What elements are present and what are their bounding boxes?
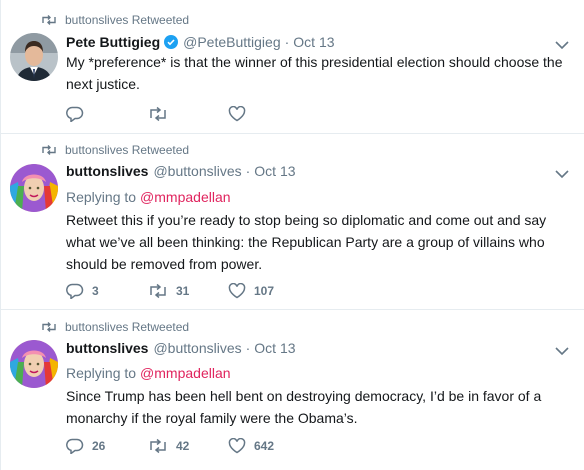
tweet-header: buttonslives @buttonslives · Oct 13 — [66, 161, 296, 181]
retweet-indicator: buttonslives Retweeted — [41, 143, 189, 157]
reply-count: 26 — [92, 439, 106, 453]
tweet-timeline: buttonslives Retweeted Pete Buttigieg @P… — [0, 0, 584, 470]
reply-icon — [66, 438, 84, 454]
like-count: 642 — [254, 439, 275, 453]
tweet-timestamp[interactable]: Oct 13 — [293, 34, 334, 50]
retweet-icon — [42, 145, 56, 155]
rainbow-hair-photo — [10, 340, 58, 388]
tweet-header: Pete Buttigieg @PeteButtigieg · Oct 13 — [66, 32, 335, 52]
user-handle[interactable]: @buttonslives — [153, 163, 241, 179]
retweet-icon — [42, 322, 56, 332]
retweet-label: buttonslives Retweeted — [65, 320, 190, 334]
tweet-header: buttonslives @buttonslives · Oct 13 — [66, 338, 296, 358]
retweet-icon — [150, 438, 166, 454]
reply-button[interactable] — [66, 106, 148, 122]
chevron-down-icon[interactable] — [555, 40, 569, 50]
reply-button[interactable]: 3 — [66, 283, 148, 299]
mention-link[interactable]: @mmpadellan — [140, 365, 230, 381]
reply-icon — [66, 283, 84, 299]
display-name[interactable]: Pete Buttigieg — [66, 34, 160, 50]
chevron-down-icon[interactable] — [555, 346, 569, 356]
retweet-button[interactable]: 42 — [148, 438, 228, 454]
avatar[interactable] — [10, 33, 58, 81]
separator-dot: · — [284, 34, 290, 50]
replying-to: Replying to @mmpadellan — [66, 189, 231, 205]
like-count: 107 — [254, 284, 275, 298]
display-name[interactable]: buttonslives — [66, 163, 148, 179]
tweet-1[interactable]: buttonslives Retweeted Pete Buttigieg @P… — [1, 0, 584, 132]
retweet-button[interactable] — [148, 106, 228, 122]
reply-icon — [66, 106, 84, 122]
retweet-count: 31 — [176, 284, 190, 298]
reply-button[interactable]: 26 — [66, 438, 148, 454]
retweet-button[interactable]: 31 — [148, 283, 228, 299]
like-button[interactable]: 642 — [228, 438, 274, 454]
retweet-label: buttonslives Retweeted — [65, 143, 190, 157]
replying-to-label: Replying to — [66, 365, 137, 381]
retweet-indicator: buttonslives Retweeted — [41, 320, 189, 334]
tweet-timestamp[interactable]: Oct 13 — [254, 163, 295, 179]
tweet-text: Since Trump has been hell bent on destro… — [66, 388, 542, 426]
replying-to-label: Replying to — [66, 189, 137, 205]
retweet-label: buttonslives Retweeted — [65, 13, 190, 27]
reply-count: 3 — [92, 284, 99, 298]
heart-icon — [228, 106, 246, 122]
tweet-actions — [66, 105, 254, 123]
like-button[interactable]: 107 — [228, 283, 274, 299]
tweet-3[interactable]: buttonslives Retweeted buttonslives @but… — [1, 310, 584, 470]
tweet-actions: 26 42 642 — [66, 437, 274, 455]
pete-buttigieg-photo — [10, 33, 58, 81]
tweet-text: Retweet this if you’re ready to stop bei… — [66, 212, 547, 272]
retweet-icon — [150, 283, 166, 299]
user-handle[interactable]: @PeteButtigieg — [183, 34, 281, 50]
retweet-icon — [42, 15, 56, 25]
verified-badge-icon — [164, 35, 179, 49]
display-name[interactable]: buttonslives — [66, 340, 148, 356]
heart-icon — [228, 283, 246, 299]
rainbow-hair-photo — [10, 164, 58, 212]
tweet-actions: 3 31 107 — [66, 282, 274, 300]
avatar[interactable] — [10, 340, 58, 388]
retweet-icon — [150, 106, 166, 122]
like-button[interactable] — [228, 106, 254, 122]
retweet-indicator: buttonslives Retweeted — [41, 13, 189, 27]
retweet-count: 42 — [176, 439, 190, 453]
separator-dot: · — [245, 340, 251, 356]
separator-dot: · — [245, 163, 251, 179]
chevron-down-icon[interactable] — [555, 169, 569, 179]
mention-link[interactable]: @mmpadellan — [140, 189, 230, 205]
tweet-text: My *preference* is that the winner of th… — [66, 54, 563, 92]
tweet-timestamp[interactable]: Oct 13 — [254, 340, 295, 356]
avatar[interactable] — [10, 164, 58, 212]
tweet-2[interactable]: buttonslives Retweeted buttonslives @but… — [1, 134, 584, 308]
replying-to: Replying to @mmpadellan — [66, 365, 231, 381]
user-handle[interactable]: @buttonslives — [153, 340, 241, 356]
heart-icon — [228, 438, 246, 454]
